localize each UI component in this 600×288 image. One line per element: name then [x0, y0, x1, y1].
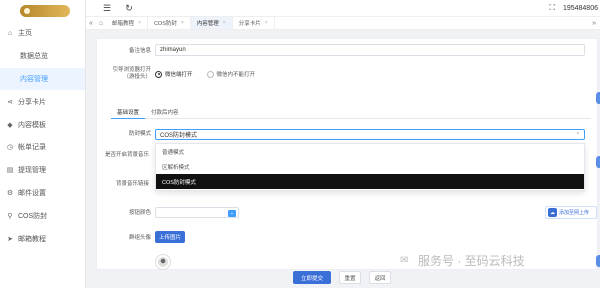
home-icon: ⌂ — [7, 29, 13, 37]
tab-label: COS防封 — [153, 21, 177, 27]
upload-image-button[interactable]: 上传图片 — [155, 231, 185, 243]
open-mode-radio-wechat[interactable]: 微信端打开 — [155, 70, 193, 78]
template-icon: ◆ — [7, 121, 13, 129]
sidebar-item[interactable]: ⋖ 分享卡片 — [0, 90, 85, 113]
close-icon[interactable]: × — [138, 20, 141, 26]
sidebar-item-label: 帐单记录 — [18, 144, 46, 152]
mode-option-selected[interactable]: COS防封模式 — [156, 174, 584, 189]
close-icon[interactable]: × — [265, 20, 268, 26]
side-handle[interactable] — [596, 255, 600, 267]
sidebar-item[interactable]: ⚲ COS防封 — [0, 204, 85, 227]
menu-toggle-icon[interactable]: ☰ — [100, 1, 114, 15]
side-handle[interactable] — [596, 92, 600, 104]
tab-label: 内容管理 — [196, 21, 219, 27]
mail-settings-icon: ⚙ — [6, 189, 14, 197]
sidebar-item-label: 内容管理 — [20, 75, 48, 83]
fullscreen-icon[interactable]: ⛶ — [549, 3, 555, 13]
cloud-upload-icon: ☁ — [548, 208, 557, 217]
app-logo — [0, 0, 85, 22]
upload-badge-label: 添加至网上传 — [559, 210, 590, 216]
withdraw-icon: ▤ — [6, 167, 14, 175]
open-mode-label: 引导浏览器打开（游投头） — [112, 67, 151, 80]
sidebar-item[interactable]: ◷ 帐单记录 — [0, 136, 85, 159]
side-handle[interactable] — [596, 156, 600, 168]
color-picker[interactable]: ⌄ — [155, 207, 239, 218]
subtab-paid-content[interactable]: 付款后内容 — [145, 105, 185, 119]
sidebar-item[interactable]: ◆ 内容模板 — [0, 113, 85, 136]
tab[interactable]: 分享卡片 × — [233, 17, 275, 29]
home-tab-icon[interactable]: ⌂ — [96, 20, 106, 27]
logo-icon — [20, 5, 70, 17]
sidebar-item-label: 数据总览 — [20, 53, 48, 61]
back-button[interactable]: 返回 — [369, 271, 391, 284]
sidebar-item[interactable]: ⚙ 邮件设置 — [0, 182, 85, 205]
sidebar-item-label: 主页 — [18, 30, 32, 38]
sidebar-item[interactable]: 数据总览 — [0, 45, 85, 68]
sidebar-item-label: 内容模板 — [18, 121, 46, 129]
tab-label: 邮箱教程 — [112, 21, 135, 27]
sidebar-item[interactable]: ▤ 提现管理 — [0, 159, 85, 182]
tab[interactable]: 内容管理 × — [190, 17, 233, 29]
wechat-icon: ✉ — [400, 254, 409, 266]
form-subtabs: 基础设置 付款后内容 — [111, 105, 591, 119]
send-icon: ➤ — [7, 235, 13, 243]
chevron-down-icon: ⌄ — [228, 209, 236, 217]
close-icon[interactable]: × — [223, 20, 226, 26]
sidebar: ⌂ 主页数据总览内容管理 ⋖ 分享卡片 ◆ 内容模板 ◷ 帐单记录 ▤ 提现管理 ⚙ 邮件设置 ⚲ COS… — [0, 0, 86, 288]
link-icon: ⚲ — [7, 212, 13, 220]
tab[interactable]: COS防封 × — [148, 17, 191, 29]
sidebar-item[interactable]: 内容管理 — [0, 67, 85, 91]
watermark: ✉ 服务号 · 至码云科技 — [400, 252, 525, 269]
mode-option[interactable]: 普通模式 — [156, 144, 584, 159]
sidebar-item-label: 分享卡片 — [18, 98, 46, 106]
sidebar-item-label: 邮件设置 — [18, 189, 46, 197]
music-link-label: 背景音乐链接 — [115, 181, 149, 187]
open-mode-radio-disabled[interactable]: 微信内不能打开 — [206, 70, 256, 78]
tabs-bar: « ⌂ 邮箱教程 × COS防封 × 内容管理 × 分享卡片 × » — [86, 16, 600, 30]
subtab-basic[interactable]: 基础设置 — [111, 105, 146, 119]
share-icon: ⋖ — [7, 98, 13, 106]
open-mode-radio-group: 微信端打开 微信内不能打开 — [155, 70, 269, 78]
sidebar-item-label: COS防封 — [18, 212, 48, 220]
mode-option[interactable]: 区解析模式 — [156, 159, 584, 174]
radio-label: 微信端打开 — [165, 72, 193, 78]
radio-checked-icon — [155, 70, 162, 78]
tab-label: 分享卡片 — [238, 21, 261, 27]
tabs-scroll-left-icon[interactable]: « — [86, 20, 96, 27]
watermark-text: 服务号 · 至码云科技 — [418, 254, 525, 268]
upload-badge[interactable]: ☁ 添加至网上传 — [545, 206, 597, 219]
mode-label: 防封模式 — [128, 131, 151, 137]
avatar-label: 群组头像 — [128, 235, 151, 241]
top-header: ☰ ↻ ⛶ 195484806 — [86, 0, 600, 16]
mode-select-value: COS防封模式 — [160, 133, 198, 139]
refresh-icon[interactable]: ↻ — [122, 1, 136, 15]
sidebar-item[interactable]: ⌂ 主页 — [0, 22, 85, 45]
radio-label: 微信内不能打开 — [216, 72, 256, 78]
mode-dropdown: 普通模式 区解析模式 COS防封模式 — [155, 143, 585, 191]
sidebar-item-label: 提现管理 — [18, 167, 46, 175]
tabs-scroll-right-icon[interactable]: » — [592, 20, 600, 27]
bill-icon: ◷ — [6, 144, 14, 152]
radio-unchecked-icon — [206, 70, 214, 78]
music-label: 是否开启背景音乐 — [104, 152, 149, 158]
remark-input[interactable]: zhimayun — [155, 44, 585, 56]
submit-button[interactable]: 立即提交 — [293, 271, 331, 284]
sidebar-item-label: 邮箱教程 — [18, 235, 46, 243]
user-phone[interactable]: 195484806 — [563, 5, 598, 12]
chevron-up-icon: ⌃ — [575, 131, 580, 138]
close-icon[interactable]: × — [181, 20, 184, 26]
sidebar-item[interactable]: ➤ 邮箱教程 — [0, 227, 85, 250]
content-card: 备注信息 zhimayun 引导浏览器打开（游投头） 微信端打开 微信内不能打开… — [96, 38, 598, 270]
tab[interactable]: 邮箱教程 × — [106, 17, 148, 29]
avatar — [155, 254, 171, 270]
remark-label: 备注信息 — [128, 48, 151, 54]
color-label: 按钮颜色 — [128, 210, 151, 216]
mode-select[interactable]: COS防封模式 ⌃ — [155, 129, 585, 140]
reset-button[interactable]: 重置 — [339, 271, 361, 284]
